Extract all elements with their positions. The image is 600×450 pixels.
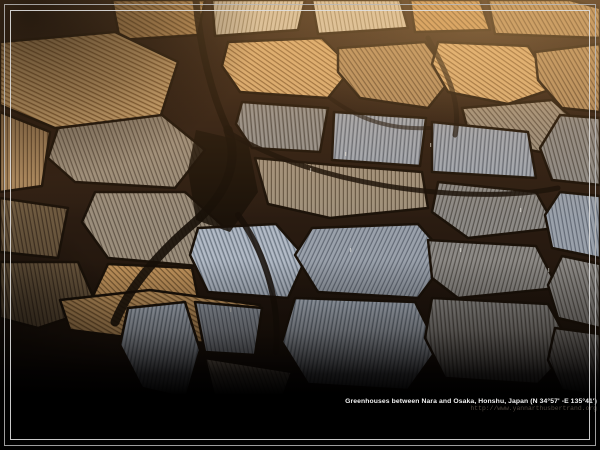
caption-title: Greenhouses between Nara and Osaka, Hons…: [345, 398, 597, 405]
wallpaper: Greenhouses between Nara and Osaka, Hons…: [0, 0, 600, 450]
caption-url: http://www.yannarthusbertrand.org: [345, 405, 597, 412]
caption: Greenhouses between Nara and Osaka, Hons…: [345, 398, 597, 412]
lighting-overlays: [0, 0, 600, 450]
aerial-photo: [0, 0, 600, 450]
